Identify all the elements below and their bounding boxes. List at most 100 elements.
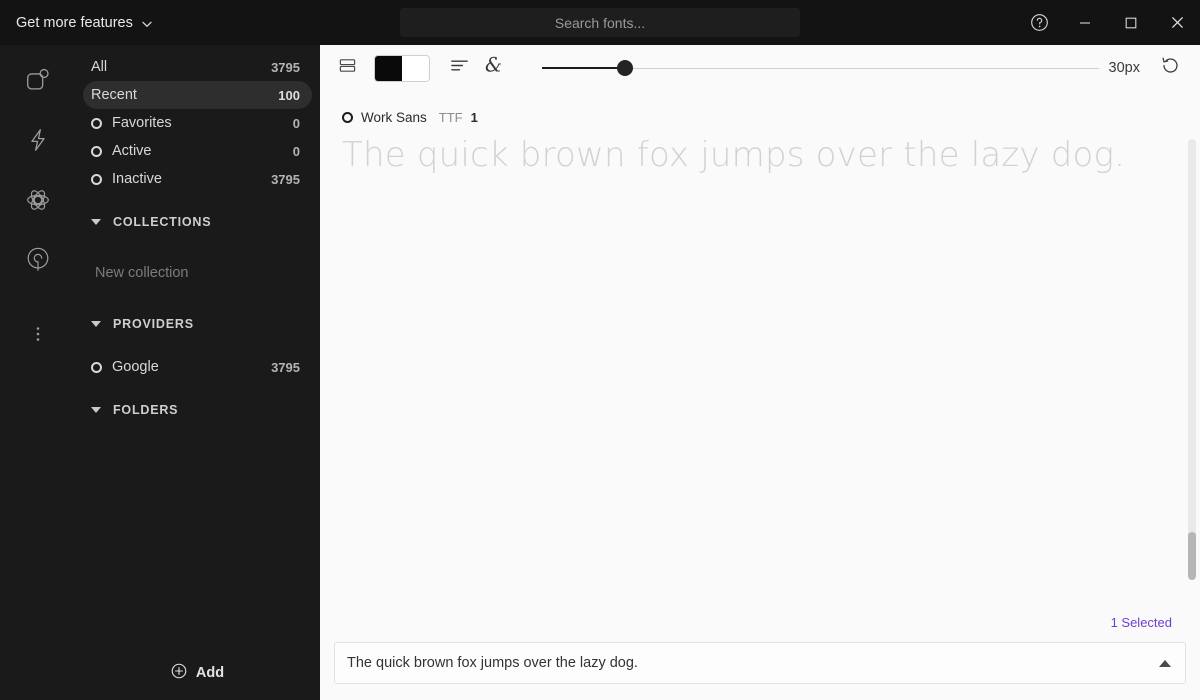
plus-circle-icon: [171, 663, 187, 683]
fonts-library-icon: [24, 66, 52, 99]
selected-count-label: 1 Selected: [1110, 615, 1172, 630]
get-more-features-button[interactable]: Get more features: [0, 0, 152, 45]
rail-item-more[interactable]: [15, 313, 61, 359]
maximize-button[interactable]: [1108, 0, 1154, 45]
circle-indicator-icon: [91, 361, 102, 373]
sidebar-item-favorites-count: 0: [292, 115, 300, 131]
minimize-button[interactable]: [1062, 0, 1108, 45]
minimize-icon: [1079, 17, 1091, 29]
font-variant-count: 1: [470, 109, 478, 125]
theme-toggle-light-half: [402, 55, 429, 81]
rail-item-atom[interactable]: [15, 179, 61, 225]
sidebar-item-google[interactable]: Google 3795: [83, 353, 312, 381]
circle-indicator-icon: [91, 145, 102, 157]
sidebar: All 3795 Recent 100 Favorites 0 Active 0…: [75, 45, 320, 700]
font-format: TTF: [438, 109, 463, 125]
font-list: Work Sans TTF 1 The quick brown fox jump…: [320, 91, 1200, 640]
sidebar-item-google-count: 3795: [271, 359, 300, 375]
sidebar-item-all[interactable]: All 3795: [83, 53, 312, 81]
maximize-icon: [1125, 17, 1137, 29]
add-button-label: Add: [195, 665, 225, 681]
list-view-icon: [338, 56, 357, 80]
slider-fill: [542, 67, 626, 69]
font-item-meta: Work Sans TTF 1: [342, 107, 1176, 127]
section-header-collections-label: COLLECTIONS: [113, 215, 212, 229]
add-button[interactable]: Add: [75, 646, 320, 700]
broadcast-icon: [24, 246, 52, 279]
more-vertical-icon: [28, 324, 48, 349]
reset-icon: [1160, 55, 1181, 81]
font-size-slider[interactable]: [542, 51, 1099, 85]
main-pane: & 30px Work Sans TTF 1 The quick brown f…: [320, 45, 1200, 700]
section-header-collections[interactable]: COLLECTIONS: [83, 207, 312, 237]
chevron-up-icon[interactable]: [1159, 659, 1171, 667]
help-circle-icon: [1030, 13, 1049, 32]
ampersand-glyph-icon: &: [482, 54, 505, 82]
font-preview-text[interactable]: The quick brown fox jumps over the lazy …: [342, 135, 1176, 175]
search-input[interactable]: [400, 8, 800, 37]
section-header-folders[interactable]: FOLDERS: [83, 395, 312, 425]
lightning-bolt-icon: [24, 126, 52, 159]
bottom-bar: [320, 640, 1200, 700]
sidebar-item-favorites-label: Favorites: [112, 115, 172, 131]
sidebar-item-active-count: 0: [292, 143, 300, 159]
new-collection-button[interactable]: New collection: [75, 259, 320, 287]
sample-text-field[interactable]: [334, 642, 1186, 684]
align-left-icon: [449, 55, 470, 81]
scrollbar-thumb[interactable]: [1188, 532, 1196, 580]
sidebar-item-favorites[interactable]: Favorites 0: [83, 109, 312, 137]
sidebar-item-active[interactable]: Active 0: [83, 137, 312, 165]
circle-indicator-icon[interactable]: [342, 111, 353, 123]
sidebar-item-recent-count: 100: [278, 87, 300, 103]
vertical-scrollbar[interactable]: [1188, 139, 1196, 580]
sidebar-item-inactive-count: 3795: [271, 171, 300, 187]
title-bar: Get more features: [0, 0, 1200, 45]
align-left-button[interactable]: [442, 51, 476, 85]
sidebar-item-inactive-label: Inactive: [112, 171, 162, 187]
theme-toggle[interactable]: [374, 54, 430, 82]
atom-icon: [24, 186, 52, 219]
list-view-button[interactable]: [330, 51, 364, 85]
sidebar-item-google-label: Google: [112, 359, 159, 375]
sample-text-input[interactable]: [347, 655, 1149, 671]
caret-down-icon: [91, 321, 101, 327]
caret-down-icon: [91, 407, 101, 413]
rail-item-broadcast[interactable]: [15, 239, 61, 285]
toolbar: & 30px: [320, 45, 1200, 91]
sidebar-item-all-count: 3795: [271, 59, 300, 75]
reset-button[interactable]: [1154, 52, 1186, 84]
svg-text:&: &: [484, 54, 501, 77]
body-row: All 3795 Recent 100 Favorites 0 Active 0…: [0, 45, 1200, 700]
section-header-folders-label: FOLDERS: [113, 403, 179, 417]
caret-down-icon: [91, 219, 101, 225]
font-size-label: 30px: [1108, 60, 1140, 76]
close-button[interactable]: [1154, 0, 1200, 45]
rail-item-library[interactable]: [15, 59, 61, 105]
font-name: Work Sans: [361, 109, 427, 125]
sidebar-item-inactive[interactable]: Inactive 3795: [83, 165, 312, 193]
chevron-down-icon: [141, 18, 152, 29]
search-field-wrapper: [400, 8, 800, 37]
glyph-preview-button[interactable]: &: [476, 51, 510, 85]
help-button[interactable]: [1016, 0, 1062, 45]
sidebar-item-recent[interactable]: Recent 100: [83, 81, 312, 109]
section-header-providers[interactable]: PROVIDERS: [83, 309, 312, 339]
get-more-features-label: Get more features: [16, 14, 133, 31]
close-icon: [1171, 16, 1184, 29]
slider-thumb[interactable]: [617, 60, 634, 76]
icon-rail: [0, 45, 75, 700]
circle-indicator-icon: [91, 117, 102, 129]
sidebar-item-recent-label: Recent: [91, 87, 137, 103]
font-list-item[interactable]: Work Sans TTF 1 The quick brown fox jump…: [320, 107, 1200, 175]
app-window: Get more features Search fonts... All 37…: [0, 0, 1200, 700]
window-controls: [1016, 0, 1200, 45]
circle-indicator-icon: [91, 173, 102, 185]
sidebar-item-active-label: Active: [112, 143, 152, 159]
sidebar-item-all-label: All: [91, 59, 108, 75]
rail-item-activate[interactable]: [15, 119, 61, 165]
